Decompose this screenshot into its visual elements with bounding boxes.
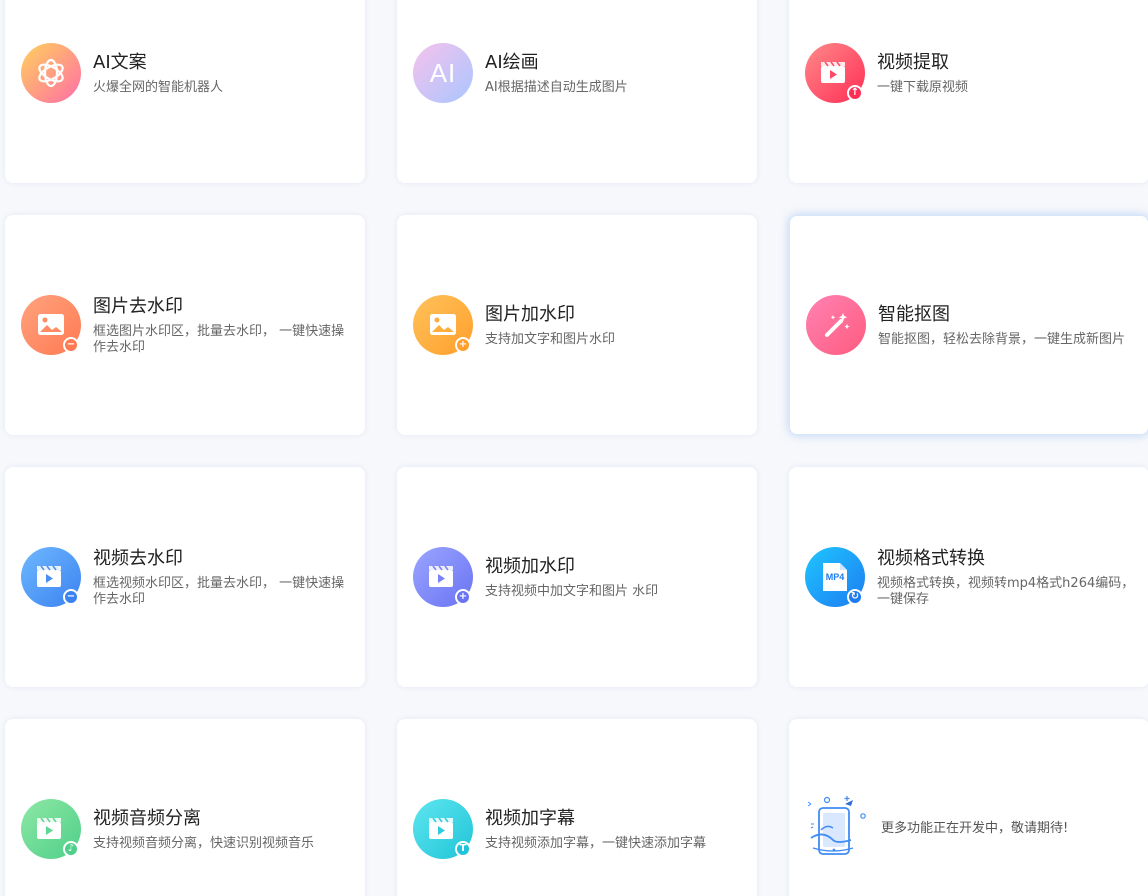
card-smart-cutout[interactable]: 智能抠图 智能抠图，轻松去除背景，一键生成新图片 xyxy=(789,215,1148,435)
card-desc: 支持视频中加文字和图片 水印 xyxy=(485,583,659,599)
video-audio-icon: ♪ xyxy=(21,799,81,859)
card-title: 图片加水印 xyxy=(485,303,575,325)
card-title: 视频加水印 xyxy=(485,555,575,577)
card-title: 视频提取 xyxy=(877,51,949,73)
card-coming-soon: 更多功能正在开发中，敬请期待! xyxy=(789,719,1148,896)
video-remove-icon: − xyxy=(21,547,81,607)
coming-soon-illustration-icon xyxy=(805,794,869,864)
card-title: 图片去水印 xyxy=(93,295,183,317)
add-badge-icon: + xyxy=(455,589,471,605)
card-ai-copywriting[interactable]: AI文案 火爆全网的智能机器人 xyxy=(5,0,365,183)
card-desc: AI根据描述自动生成图片 xyxy=(485,79,628,95)
magic-wand-icon xyxy=(806,295,866,355)
card-video-remove-watermark[interactable]: − 视频去水印 框选视频水印区，批量去水印， 一键快速操作去水印 xyxy=(5,467,365,687)
music-badge-icon: ♪ xyxy=(63,841,79,857)
card-title: 视频去水印 xyxy=(93,547,183,569)
card-desc: 框选图片水印区，批量去水印， 一键快速操作去水印 xyxy=(93,323,345,355)
remove-badge-icon: − xyxy=(63,337,79,353)
mp4-file-icon: MP4 ↻ xyxy=(805,547,865,607)
remove-badge-icon: − xyxy=(63,589,79,605)
convert-badge-icon: ↻ xyxy=(847,589,863,605)
image-add-icon: + xyxy=(413,295,473,355)
card-desc: 智能抠图，轻松去除背景，一键生成新图片 xyxy=(878,331,1126,347)
card-ai-painting[interactable]: AI AI绘画 AI根据描述自动生成图片 xyxy=(397,0,757,183)
subtitle-badge-icon: T xyxy=(455,841,471,857)
card-desc: 支持视频音频分离，快速识别视频音乐 xyxy=(93,835,315,851)
card-title: 视频音频分离 xyxy=(93,807,201,829)
tool-grid: AI文案 火爆全网的智能机器人 AI AI绘画 AI根据描述自动生成图片 ↑ 视… xyxy=(0,0,1148,896)
card-desc: 视频格式转换，视频转mp4格式h264编码，一键保存 xyxy=(877,575,1135,607)
card-video-add-subtitle[interactable]: T 视频加字幕 支持视频添加字幕，一键快速添加字幕 xyxy=(397,719,757,896)
card-desc: 一键下载原视频 xyxy=(877,79,969,95)
video-add-icon: + xyxy=(413,547,473,607)
card-video-add-watermark[interactable]: + 视频加水印 支持视频中加文字和图片 水印 xyxy=(397,467,757,687)
card-title: 视频加字幕 xyxy=(485,807,575,829)
card-image-add-watermark[interactable]: + 图片加水印 支持加文字和图片水印 xyxy=(397,215,757,435)
video-download-icon: ↑ xyxy=(805,43,865,103)
card-video-extract[interactable]: ↑ 视频提取 一键下载原视频 xyxy=(789,0,1148,183)
card-desc: 支持视频添加字幕，一键快速添加字幕 xyxy=(485,835,707,851)
card-desc: 框选视频水印区，批量去水印， 一键快速操作去水印 xyxy=(93,575,345,607)
card-video-format-convert[interactable]: MP4 ↻ 视频格式转换 视频格式转换，视频转mp4格式h264编码，一键保存 xyxy=(789,467,1148,687)
card-title: AI文案 xyxy=(93,51,147,73)
openai-logo-icon xyxy=(21,43,81,103)
card-title: 视频格式转换 xyxy=(877,547,985,569)
download-badge-icon: ↑ xyxy=(847,85,863,101)
video-subtitle-icon: T xyxy=(413,799,473,859)
mp4-label: MP4 xyxy=(825,572,845,582)
card-title: AI绘画 xyxy=(485,51,539,73)
card-title: 智能抠图 xyxy=(878,303,950,325)
add-badge-icon: + xyxy=(455,337,471,353)
ai-icon-label: AI xyxy=(429,57,457,88)
card-desc: 火爆全网的智能机器人 xyxy=(93,79,224,95)
ai-text-icon: AI xyxy=(413,43,473,103)
image-remove-icon: − xyxy=(21,295,81,355)
card-image-remove-watermark[interactable]: − 图片去水印 框选图片水印区，批量去水印， 一键快速操作去水印 xyxy=(5,215,365,435)
card-desc: 更多功能正在开发中，敬请期待! xyxy=(881,821,1069,836)
card-video-audio-separation[interactable]: ♪ 视频音频分离 支持视频音频分离，快速识别视频音乐 xyxy=(5,719,365,896)
card-desc: 支持加文字和图片水印 xyxy=(485,331,616,347)
